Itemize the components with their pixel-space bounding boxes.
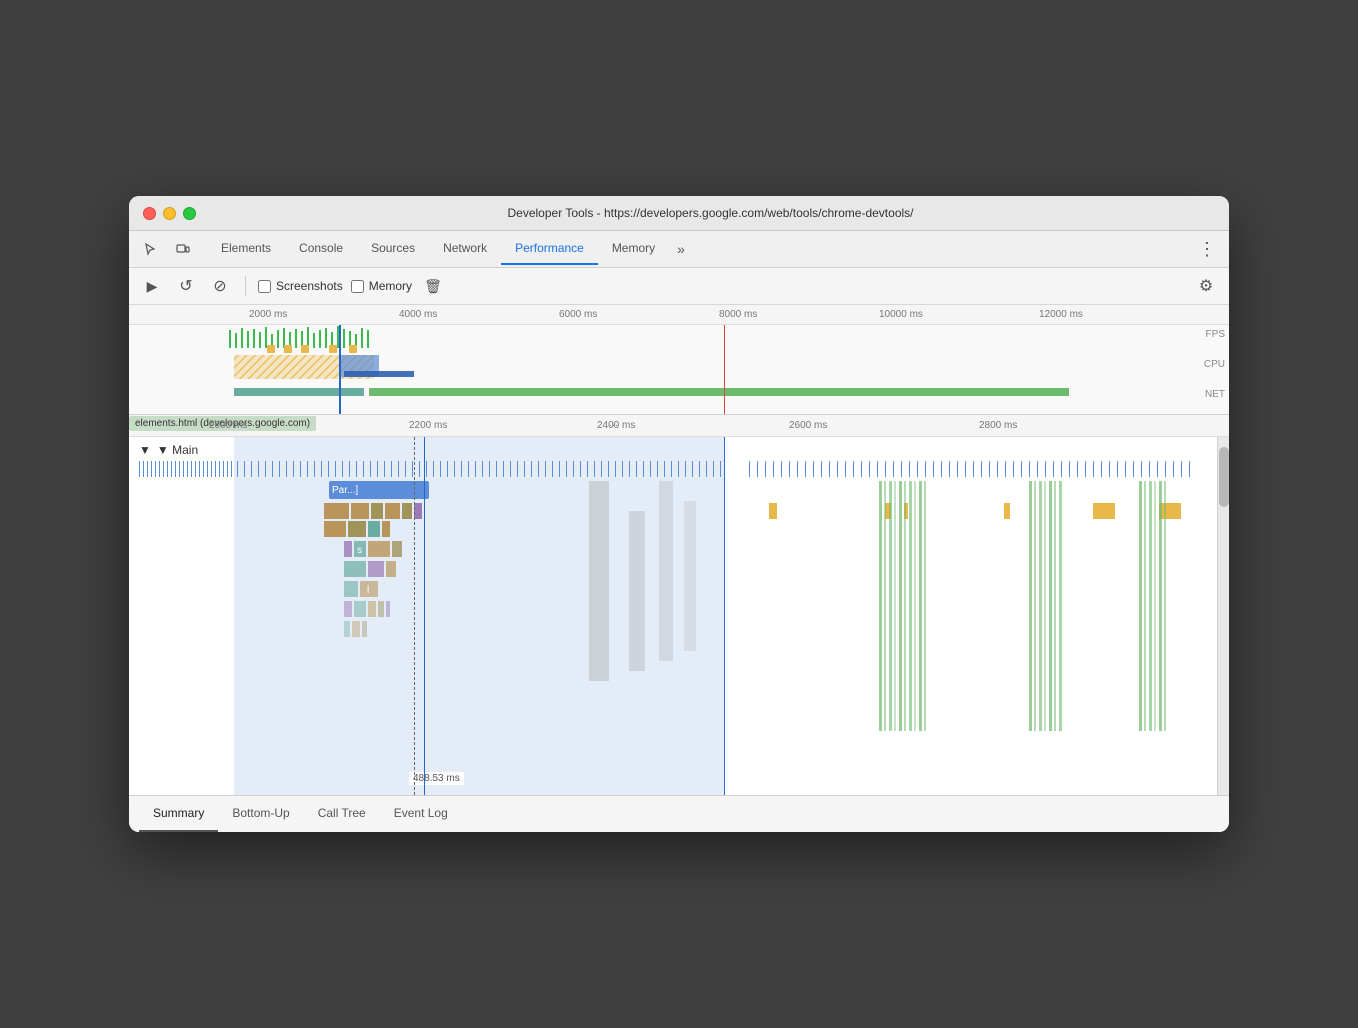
cursor-icon[interactable] [137,235,165,263]
close-button[interactable] [143,207,156,220]
tab-bar: Elements Console Sources Network Perform… [129,231,1229,268]
tab-icons [137,231,197,267]
overview-tracks: FPS CPU NET [129,325,1229,415]
tab-network[interactable]: Network [429,233,501,265]
gear-button[interactable]: ⚙ [1193,273,1219,299]
svg-text:l: l [367,585,369,596]
tab-call-tree[interactable]: Call Tree [304,796,380,832]
toolbar: ▶ ↺ ⊘ Screenshots Memory 🗑 ⚙ [129,268,1229,305]
traffic-lights [143,207,196,220]
ruler-2000: 2000 ms [209,420,247,431]
tab-more[interactable]: » [669,233,693,265]
ruler-2200: 2200 ms [409,420,447,431]
timeline-overview[interactable]: 2000 ms 4000 ms 6000 ms 8000 ms 10000 ms… [129,305,1229,415]
flame-chart-area[interactable]: elements.html (developers.google.com) 20… [129,415,1229,795]
tab-menu-button[interactable]: ⋮ [1193,235,1221,263]
tab-performance[interactable]: Performance [501,233,598,265]
clear-button[interactable]: ⊘ [207,273,233,299]
tab-memory[interactable]: Memory [598,233,669,265]
ruler-2600: 2600 ms [789,420,827,431]
screenshots-checkbox[interactable] [258,280,271,293]
memory-checkbox-label[interactable]: Memory [351,279,412,293]
scrollbar[interactable] [1217,437,1229,795]
timestamp-line [414,437,415,795]
scrollbar-thumb[interactable] [1219,447,1229,507]
timestamp-label: 488.53 ms [409,772,464,785]
trash-button[interactable]: 🗑 [420,273,446,299]
row1-bars [129,459,1209,479]
reload-button[interactable]: ↺ [173,273,199,299]
time-label-2000: 2000 ms [249,309,287,320]
blue-vertical-line [424,437,425,795]
flame-content[interactable]: ▼ ▼ Main [129,437,1229,795]
maximize-button[interactable] [183,207,196,220]
flame-ruler: elements.html (developers.google.com) 20… [129,415,1229,437]
device-icon[interactable] [169,235,197,263]
net-chart [129,383,1209,408]
svg-text:s: s [357,545,362,556]
fps-chart [129,325,1209,355]
bottom-tab-bar: Summary Bottom-Up Call Tree Event Log [129,795,1229,832]
blue-marker-line [339,325,341,415]
main-triangle: ▼ [139,443,151,457]
main-section-header: ▼ ▼ Main [139,443,198,457]
time-label-12000: 12000 ms [1039,309,1083,320]
record-button[interactable]: ▶ [139,273,165,299]
tab-elements[interactable]: Elements [207,233,285,265]
time-label-8000: 8000 ms [719,309,757,320]
memory-checkbox[interactable] [351,280,364,293]
title-bar: Developer Tools - https://developers.goo… [129,196,1229,231]
tab-bottom-up[interactable]: Bottom-Up [218,796,303,832]
right-green-bars [749,481,1199,771]
separator-1 [245,276,246,296]
tab-console[interactable]: Console [285,233,357,265]
red-marker-line [724,325,725,415]
screenshots-checkbox-label[interactable]: Screenshots [258,279,343,293]
right-vertical-line [724,437,725,795]
tab-event-log[interactable]: Event Log [380,796,462,832]
tab-summary[interactable]: Summary [139,796,218,832]
minimize-button[interactable] [163,207,176,220]
time-ruler: 2000 ms 4000 ms 6000 ms 8000 ms 10000 ms… [129,305,1229,325]
main-label: ▼ Main [157,443,198,457]
grey-blocks [529,481,729,701]
ruler-2800: 2800 ms [979,420,1017,431]
cpu-chart [129,353,1209,383]
time-label-10000: 10000 ms [879,309,923,320]
tab-sources[interactable]: Sources [357,233,429,265]
time-label-4000: 4000 ms [399,309,437,320]
devtools-window: Developer Tools - https://developers.goo… [129,196,1229,832]
window-title: Developer Tools - https://developers.goo… [206,206,1215,220]
time-label-6000: 6000 ms [559,309,597,320]
